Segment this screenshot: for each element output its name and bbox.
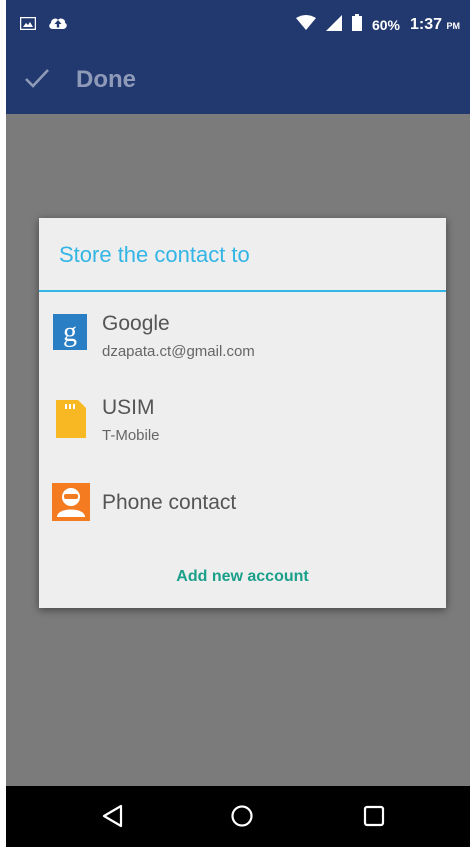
screen: 60% 1:37 PM Done Store the contact to g … (6, 0, 470, 847)
clock-ampm: PM (446, 21, 461, 31)
clock-time: 1:37 (410, 16, 443, 33)
account-name: USIM (102, 396, 155, 419)
account-detail: dzapata.ct@gmail.com (102, 343, 255, 360)
add-new-account-button[interactable]: Add new account (39, 568, 446, 586)
cloud-upload-icon (48, 16, 68, 35)
battery-icon (351, 14, 362, 36)
account-option-google[interactable]: g Google dzapata.ct@gmail.com (39, 302, 446, 378)
account-detail: T-Mobile (102, 427, 160, 444)
home-icon[interactable] (230, 804, 254, 833)
signal-icon (325, 14, 342, 36)
google-icon: g (53, 314, 87, 355)
navigation-bar (6, 786, 470, 847)
recents-icon[interactable] (362, 804, 386, 833)
title-divider (39, 290, 446, 292)
done-button[interactable]: Done (24, 66, 136, 94)
battery-percent: 60% (371, 17, 401, 33)
back-icon[interactable] (101, 804, 125, 833)
action-bar: Done (6, 48, 470, 114)
wifi-icon (295, 15, 316, 35)
check-icon (24, 67, 50, 94)
done-label: Done (76, 66, 136, 93)
clock: 1:37 PM (410, 16, 460, 34)
account-name: Phone contact (102, 491, 237, 514)
account-option-usim[interactable]: USIM T-Mobile (39, 386, 446, 462)
svg-text:g: g (63, 317, 77, 348)
dialog-title: Store the contact to (59, 242, 250, 267)
sim-card-icon (56, 400, 86, 443)
account-name: Google (102, 312, 170, 335)
status-bar: 60% 1:37 PM (6, 0, 470, 48)
store-contact-dialog: Store the contact to g Google dzapata.ct… (39, 218, 446, 608)
phone-contact-icon (52, 483, 90, 526)
image-icon (19, 16, 37, 35)
account-option-phone[interactable]: Phone contact (39, 470, 446, 546)
